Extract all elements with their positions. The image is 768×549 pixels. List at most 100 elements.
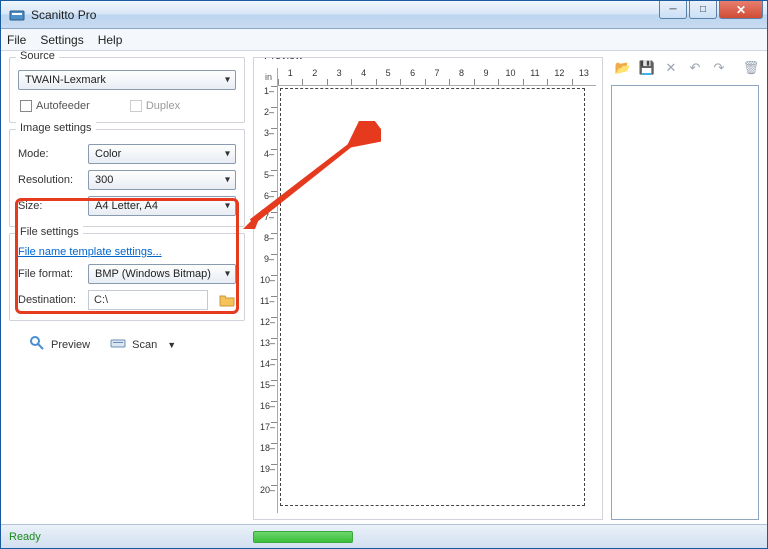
resolution-label: Resolution: [18, 174, 82, 186]
ruler-tick: 9– [260, 254, 277, 275]
mode-value: Color [95, 148, 121, 160]
close-button[interactable]: ✕ [719, 1, 763, 19]
image-settings-title: Image settings [16, 122, 96, 134]
ruler-tick: 7 [425, 68, 449, 85]
ruler-tick: 5– [260, 170, 277, 191]
ruler-tick: 5 [376, 68, 400, 85]
scanner-icon [110, 335, 126, 354]
ruler-unit: in [260, 68, 278, 86]
preview-button[interactable]: Preview [29, 335, 90, 354]
action-row: Preview Scan ▼ [9, 327, 245, 358]
ruler-tick: 2– [260, 107, 277, 128]
checkbox-icon [20, 100, 32, 112]
right-panel: 📂 💾 ✕ ↶ ↷ 🗑 [611, 57, 759, 520]
ruler-tick: 4 [351, 68, 375, 85]
source-group: Source TWAIN-Lexmark Autofeeder Duplex [9, 57, 245, 123]
minimize-button[interactable]: ─ [659, 1, 687, 19]
ruler-tick: 16– [260, 401, 277, 422]
delete-icon[interactable]: ✕ [663, 60, 679, 76]
file-settings-title: File settings [16, 226, 83, 238]
redo-icon[interactable]: ↷ [711, 60, 727, 76]
duplex-checkbox: Duplex [130, 100, 180, 112]
ruler-tick: 17– [260, 422, 277, 443]
ruler-tick: 1– [260, 86, 277, 107]
ruler-tick: 2 [302, 68, 326, 85]
size-select[interactable]: A4 Letter, A4 [88, 196, 236, 216]
size-value: A4 Letter, A4 [95, 200, 158, 212]
ruler-tick: 8– [260, 233, 277, 254]
ruler-tick: 13– [260, 338, 277, 359]
scan-selection[interactable] [280, 88, 585, 506]
statusbar: Ready [1, 524, 767, 548]
trash-icon[interactable]: 🗑 [743, 60, 759, 76]
ruler-tick: 6– [260, 191, 277, 212]
ruler-tick: 10 [498, 68, 522, 85]
preview-title: Preview [260, 57, 307, 62]
image-settings-group: Image settings Mode: Color Resolution: 3… [9, 129, 245, 227]
browse-folder-icon[interactable] [218, 291, 236, 309]
scan-button[interactable]: Scan ▼ [110, 335, 176, 354]
ruler-tick: 4– [260, 149, 277, 170]
menubar: File Settings Help [1, 29, 767, 51]
autofeeder-checkbox[interactable]: Autofeeder [20, 100, 90, 112]
scan-label: Scan [132, 339, 157, 351]
undo-icon[interactable]: ↶ [687, 60, 703, 76]
source-group-title: Source [16, 51, 59, 62]
destination-input[interactable]: C:\ [88, 290, 208, 310]
ruler-tick: 6 [400, 68, 424, 85]
mode-label: Mode: [18, 148, 82, 160]
checkbox-icon [130, 100, 142, 112]
format-select[interactable]: BMP (Windows Bitmap) [88, 264, 236, 284]
menu-help[interactable]: Help [98, 33, 123, 47]
ruler-tick: 12– [260, 317, 277, 338]
template-settings-link[interactable]: File name template settings... [18, 246, 162, 258]
autofeeder-label: Autofeeder [36, 100, 90, 112]
ruler-tick: 18– [260, 443, 277, 464]
ruler-tick: 7– [260, 212, 277, 233]
open-icon[interactable]: 📂 [615, 60, 631, 76]
ruler-vertical: 1–2–3–4–5–6–7–8–9–10–11–12–13–14–15–16–1… [260, 86, 278, 513]
status-text: Ready [9, 531, 249, 543]
ruler-horizontal: in 12345678910111213 [278, 68, 596, 86]
ruler-tick: 1 [278, 68, 302, 85]
ruler-tick: 11– [260, 296, 277, 317]
app-icon [9, 7, 25, 23]
ruler-tick: 19– [260, 464, 277, 485]
thumb-toolbar: 📂 💾 ✕ ↶ ↷ 🗑 [611, 57, 759, 79]
ruler-tick: 15– [260, 380, 277, 401]
progress-bar [253, 531, 353, 543]
ruler-tick: 12 [547, 68, 571, 85]
preview-panel: Preview in 12345678910111213 1–2–3–4–5–6… [253, 57, 603, 520]
save-icon[interactable]: 💾 [639, 60, 655, 76]
preview-group: Preview in 12345678910111213 1–2–3–4–5–6… [253, 57, 603, 520]
destination-label: Destination: [18, 294, 82, 306]
left-panel: Source TWAIN-Lexmark Autofeeder Duplex [9, 57, 245, 520]
window-title: Scanitto Pro [31, 8, 96, 22]
thumbnail-list [611, 85, 759, 520]
preview-canvas[interactable] [278, 86, 596, 513]
format-label: File format: [18, 268, 82, 280]
ruler-tick: 8 [449, 68, 473, 85]
maximize-button[interactable]: □ [689, 1, 717, 19]
menu-settings[interactable]: Settings [40, 33, 83, 47]
source-select[interactable]: TWAIN-Lexmark [18, 70, 236, 90]
chevron-down-icon: ▼ [167, 340, 176, 350]
ruler-tick: 10– [260, 275, 277, 296]
resolution-select[interactable]: 300 [88, 170, 236, 190]
ruler-tick: 20– [260, 485, 277, 506]
ruler-tick: 13 [572, 68, 596, 85]
destination-value: C:\ [94, 294, 108, 306]
ruler-tick: 9 [474, 68, 498, 85]
mode-select[interactable]: Color [88, 144, 236, 164]
magnifier-icon [29, 335, 45, 354]
preview-label: Preview [51, 339, 90, 351]
menu-file[interactable]: File [7, 33, 26, 47]
format-value: BMP (Windows Bitmap) [95, 268, 211, 280]
duplex-label: Duplex [146, 100, 180, 112]
file-settings-group: File settings File name template setting… [9, 233, 245, 321]
ruler-tick: 11 [523, 68, 547, 85]
ruler-tick: 14– [260, 359, 277, 380]
size-label: Size: [18, 200, 82, 212]
ruler-tick: 3 [327, 68, 351, 85]
ruler-tick: 3– [260, 128, 277, 149]
